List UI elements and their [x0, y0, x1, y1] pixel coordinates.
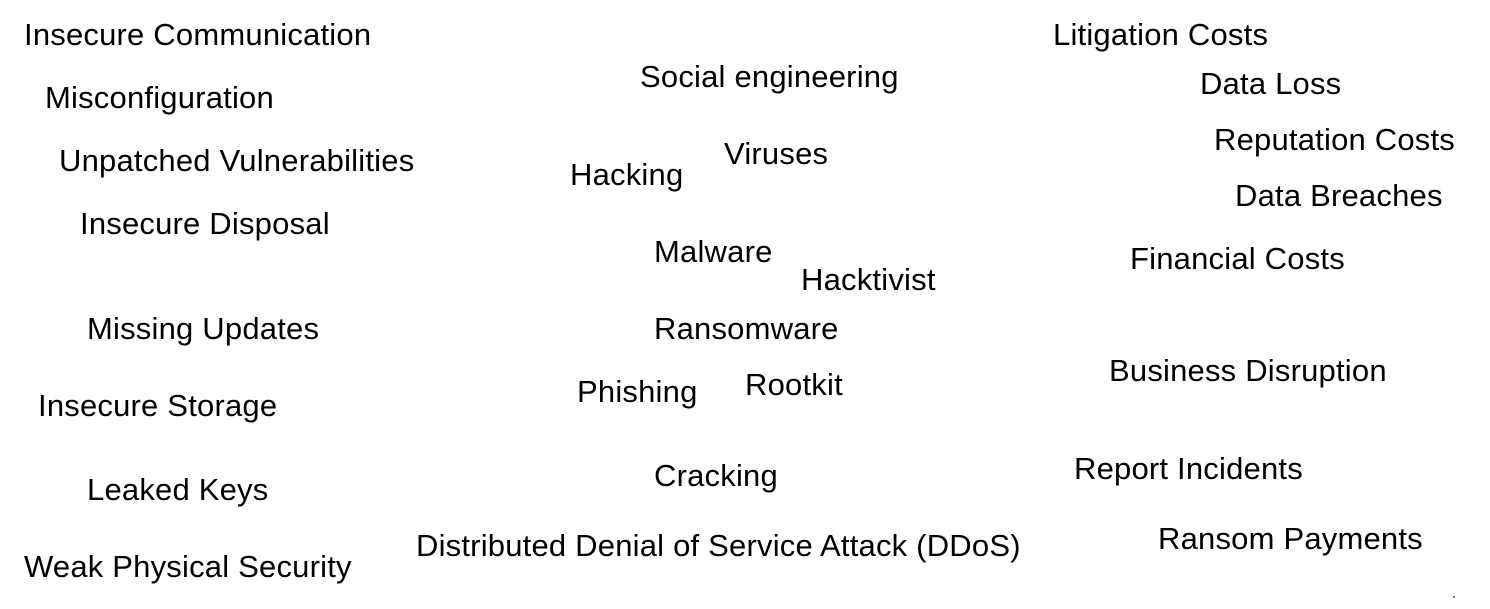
vulnerability-misconfiguration: Misconfiguration [45, 80, 274, 115]
threat-hacktivist: Hacktivist [801, 262, 936, 297]
threat-phishing: Phishing [577, 374, 698, 409]
impact-ransom-payments: Ransom Payments [1158, 521, 1423, 556]
vulnerability-insecure-disposal: Insecure Disposal [80, 206, 330, 241]
vulnerability-insecure-storage: Insecure Storage [38, 388, 278, 423]
threat-viruses: Viruses [724, 136, 829, 171]
threat-ddos: Distributed Denial of Service Attack (DD… [416, 528, 1021, 563]
impact-financial-costs: Financial Costs [1130, 241, 1345, 276]
stray-dot [1453, 596, 1455, 598]
impact-business-disruption: Business Disruption [1109, 353, 1387, 388]
threat-cracking: Cracking [654, 458, 778, 493]
threat-ransomware: Ransomware [654, 311, 839, 346]
threat-rootkit: Rootkit [745, 367, 843, 402]
impact-litigation-costs: Litigation Costs [1053, 17, 1269, 52]
threat-hacking: Hacking [570, 157, 684, 192]
vulnerability-leaked-keys: Leaked Keys [87, 472, 269, 507]
vulnerability-missing-updates: Missing Updates [87, 311, 320, 346]
vulnerability-unpatched-vulnerabilities: Unpatched Vulnerabilities [59, 143, 415, 178]
impact-data-loss: Data Loss [1200, 66, 1342, 101]
threat-social-engineering: Social engineering [640, 59, 899, 94]
vulnerability-insecure-communication: Insecure Communication [24, 17, 372, 52]
impact-reputation-costs: Reputation Costs [1214, 122, 1455, 157]
impact-data-breaches: Data Breaches [1235, 178, 1443, 213]
threat-malware: Malware [654, 234, 773, 269]
impact-report-incidents: Report Incidents [1074, 451, 1303, 486]
vulnerability-weak-physical-security: Weak Physical Security [24, 549, 352, 584]
